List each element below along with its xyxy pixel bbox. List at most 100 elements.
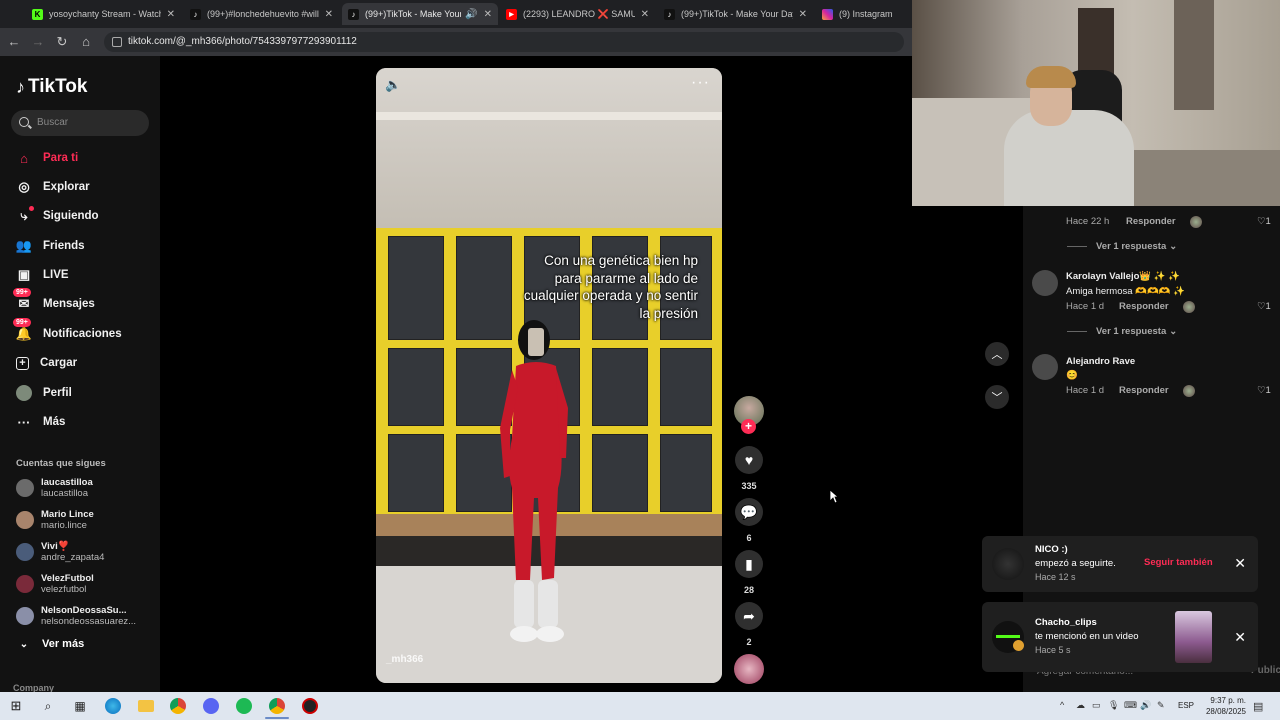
home-icon[interactable]: ⌂ xyxy=(78,34,94,49)
post-photo[interactable]: Con una genética bien hp para pararme al… xyxy=(376,68,722,683)
video-thumbnail[interactable] xyxy=(1175,611,1212,663)
active-app-indicator xyxy=(265,717,289,719)
nav-live[interactable]: ▣ LIVE xyxy=(16,265,69,285)
pen-icon[interactable]: ✎ xyxy=(1157,700,1165,711)
network-icon[interactable]: ⌨ xyxy=(1124,700,1137,711)
compass-icon: ◎ xyxy=(18,179,30,194)
chrome-icon[interactable] xyxy=(269,698,285,714)
account-name: laucastilloa xyxy=(41,477,93,488)
followed-account[interactable]: VelezFutbol velezfutbol xyxy=(16,570,94,598)
creator-liked-avatar xyxy=(1183,385,1195,397)
followed-account[interactable]: NelsonDeossaSu... nelsondeossasuarez... xyxy=(16,602,136,630)
tab-tiktok-lonche[interactable]: ♪ (99+)#lonchedehuevito #willito ✕ xyxy=(184,3,339,25)
nav-siguiendo[interactable]: ⤷ Siguiendo xyxy=(16,206,99,226)
comment-author[interactable]: Karolayn Vallejo👑 ✨ ✨ xyxy=(1066,271,1180,282)
comment-icon: 💬 xyxy=(740,503,758,520)
spotify-icon[interactable] xyxy=(236,698,252,714)
tab-youtube[interactable]: ▶ (2293) LEANDRO ❌ SAMU ✕ xyxy=(500,3,655,25)
file-explorer-icon[interactable] xyxy=(138,700,154,712)
account-handle: nelsondeossasuarez... xyxy=(41,616,137,627)
chrome-icon[interactable] xyxy=(170,698,186,714)
search-input[interactable]: Buscar xyxy=(11,110,149,136)
nav-perfil[interactable]: Perfil xyxy=(16,383,72,403)
like-button[interactable]: ♥ xyxy=(735,446,763,474)
comment-like[interactable]: ♡1 xyxy=(1257,301,1271,312)
site-info-icon[interactable] xyxy=(112,37,122,47)
discord-icon[interactable] xyxy=(203,698,219,714)
view-replies-button[interactable]: Ver 1 respuesta ⌄ xyxy=(1067,326,1177,337)
kick-icon: K xyxy=(32,8,43,20)
back-icon[interactable]: ← xyxy=(6,34,22,49)
reply-button[interactable]: Responder xyxy=(1119,301,1169,312)
close-icon[interactable]: ✕ xyxy=(484,9,492,20)
nav-para-ti[interactable]: ⌂ Para ti xyxy=(16,148,78,168)
nav-cargar[interactable]: + Cargar xyxy=(16,353,77,373)
reply-button[interactable]: Responder xyxy=(1119,385,1169,396)
photo-background xyxy=(376,68,722,228)
tiktok-logo[interactable]: ♪ TikTok xyxy=(16,76,87,98)
display-icon[interactable]: ▭ xyxy=(1092,700,1101,711)
tab-tiktok-active[interactable]: ♪ (99+)TikTok - Make Your Da 🔊 ✕ xyxy=(342,3,498,25)
avatar xyxy=(16,575,34,593)
followed-account[interactable]: Mario Lince mario.lince xyxy=(16,506,94,534)
reply-button[interactable]: Responder xyxy=(1126,216,1176,227)
nav-notificaciones[interactable]: 🔔 99+ Notificaciones xyxy=(13,318,122,344)
nav-mas[interactable]: ··· Más xyxy=(16,412,66,432)
comment-author[interactable]: Alejandro Rave xyxy=(1066,356,1135,367)
comment-text: 😊 xyxy=(1066,370,1078,381)
chevron-up-icon[interactable]: ^ xyxy=(1060,700,1064,710)
comment-like[interactable]: ♡1 xyxy=(1257,216,1271,227)
tab-kick-stream[interactable]: K yosoychanty Stream - Watch Li ✕ xyxy=(26,3,181,25)
comment-like[interactable]: ♡1 xyxy=(1257,385,1271,396)
search-icon[interactable]: ⌕ xyxy=(40,698,56,714)
more-options-icon[interactable]: ··· xyxy=(691,74,710,92)
close-icon[interactable]: ✕ xyxy=(325,9,333,20)
tab-instagram[interactable]: (9) Instagram xyxy=(816,3,912,25)
clock-time: 9:37 p. m. xyxy=(1210,696,1246,705)
mention-notification[interactable]: Chacho_clips te mencionó en un video Hac… xyxy=(982,602,1258,672)
microphone-icon[interactable]: 🎙 xyxy=(1108,700,1119,711)
speaker-icon[interactable]: 🔊 xyxy=(465,9,477,20)
music-disc-avatar[interactable] xyxy=(734,654,764,684)
forward-icon[interactable]: → xyxy=(30,34,46,49)
reload-icon[interactable]: ↻ xyxy=(54,34,70,50)
nav-mensajes[interactable]: ✉ 99+ Mensajes xyxy=(13,288,95,314)
close-icon[interactable]: ✕ xyxy=(1234,629,1246,646)
clock[interactable]: 9:37 p. m. 28/08/2025 xyxy=(1198,695,1246,717)
follow-notification[interactable]: NICO :) empezó a seguirte. Hace 12 s Seg… xyxy=(982,536,1258,592)
comment-avatar[interactable] xyxy=(1032,270,1058,296)
view-replies-button[interactable]: Ver 1 respuesta ⌄ xyxy=(1067,241,1177,252)
close-icon[interactable]: ✕ xyxy=(641,9,649,20)
url-field[interactable]: tiktok.com/@_mh366/photo/754339797729390… xyxy=(104,32,904,52)
followed-account[interactable]: Vivi❣️ andre_zapata4 xyxy=(16,538,104,566)
followed-account[interactable]: laucastilloa laucastilloa xyxy=(16,474,93,502)
close-icon[interactable]: ✕ xyxy=(167,9,175,20)
see-more-button[interactable]: ⌄ Ver más xyxy=(16,638,84,650)
nav-friends[interactable]: 👥 Friends xyxy=(16,236,85,256)
close-icon[interactable]: ✕ xyxy=(799,9,807,20)
volume-icon[interactable]: 🔈 xyxy=(385,77,401,93)
previous-post-button[interactable]: ︿ xyxy=(985,342,1009,366)
language-indicator[interactable]: ESP xyxy=(1178,701,1194,710)
tab-tiktok-make-your-day[interactable]: ♪ (99+)TikTok - Make Your Day ✕ xyxy=(658,3,813,25)
profile-icon xyxy=(16,385,32,401)
next-post-button[interactable]: ﹀ xyxy=(985,385,1009,409)
comment-avatar[interactable] xyxy=(1032,354,1058,380)
nav-label: Mensajes xyxy=(43,298,95,310)
task-view-icon[interactable]: ▦ xyxy=(72,698,88,714)
share-button[interactable]: ➦ xyxy=(735,602,763,630)
save-button[interactable]: ▮ xyxy=(735,550,763,578)
obs-icon[interactable] xyxy=(302,698,318,714)
volume-icon[interactable]: 🔊 xyxy=(1140,700,1151,711)
notification-center-icon[interactable]: ▤ xyxy=(1253,700,1263,713)
follow-back-button[interactable]: Seguir también xyxy=(1144,557,1213,568)
cloud-icon[interactable]: ☁ xyxy=(1076,700,1085,711)
edge-icon[interactable] xyxy=(105,698,121,714)
follow-plus-icon[interactable]: + xyxy=(741,419,756,434)
windows-start-icon[interactable]: ⊞ xyxy=(8,698,24,714)
notification-message: te mencionó en un video xyxy=(1035,631,1139,642)
comment-button[interactable]: 💬 xyxy=(735,498,763,526)
tab-label: (99+)TikTok - Make Your Day xyxy=(681,9,793,19)
nav-explorar[interactable]: ◎ Explorar xyxy=(16,177,89,197)
close-icon[interactable]: ✕ xyxy=(1234,555,1246,572)
